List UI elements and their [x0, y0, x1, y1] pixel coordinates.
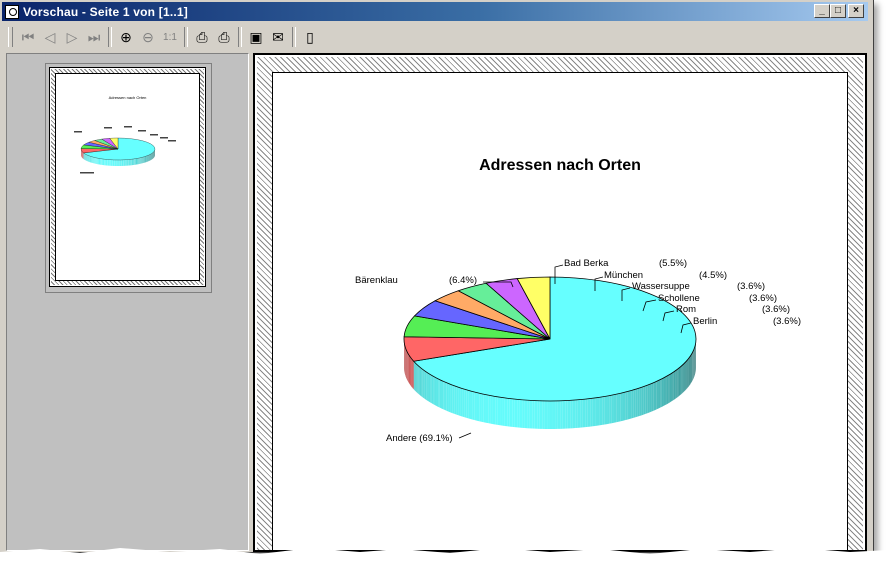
slice-name-label: Bad Berka — [564, 258, 609, 269]
toolbar-grip[interactable] — [8, 27, 13, 47]
toolbar-separator — [292, 27, 296, 47]
thumbnail-label-mark — [150, 134, 158, 136]
slice-percent-label: (3.6%) — [773, 316, 801, 327]
slice-name-label: München — [604, 270, 643, 281]
next-page-icon[interactable]: ▷ — [61, 26, 83, 48]
send-icon[interactable]: ✉ — [267, 26, 289, 48]
toolbar-separator — [108, 27, 112, 47]
slice-percent-label: (6.4%) — [449, 275, 477, 286]
slice-name-label: Bärenklau — [355, 275, 398, 286]
preview-page: Adressen nach Orten Andere (69.1%) Bärenk… — [272, 72, 848, 550]
last-page-icon[interactable]: ⏭ — [83, 26, 105, 48]
toolbar-separator — [184, 27, 188, 47]
window-title: Vorschau - Seite 1 von [1..1] — [23, 4, 188, 19]
slice-percent-label: (5.5%) — [659, 258, 687, 269]
thumbnail-label-mark — [80, 172, 94, 174]
save-icon[interactable]: ▣ — [245, 26, 267, 48]
pie-chart: Andere (69.1%) Bärenklau (6.4%) Bad Berka (5… — [355, 258, 801, 444]
toolbar-separator — [238, 27, 242, 47]
first-page-icon[interactable]: ⏮ — [17, 26, 39, 48]
thumbnail-label-mark — [124, 126, 132, 128]
slice-name-label: Schollene — [658, 293, 700, 304]
preview-window: Vorschau - Seite 1 von [1..1] _ □ × ⏮ ◁ … — [0, 0, 874, 553]
slice-label-andere: Andere (69.1%) — [386, 432, 472, 444]
slice-percent-label: (3.6%) — [762, 304, 790, 315]
minimize-button[interactable]: _ — [814, 4, 830, 18]
maximize-button[interactable]: □ — [830, 4, 846, 18]
zoom-in-icon[interactable]: ⊕ — [115, 26, 137, 48]
zoom-out-icon[interactable]: ⊖ — [137, 26, 159, 48]
preview-pane[interactable]: Adressen nach Orten Andere (69.1%) Bärenk… — [253, 53, 867, 552]
thumbnail-label-mark — [168, 140, 176, 142]
close-button[interactable]: × — [848, 4, 864, 18]
thumbnail-content: Adressen nach Orten — [55, 73, 200, 281]
print-all-icon[interactable]: ⎙ — [213, 26, 235, 48]
thumbnail-page: Adressen nach Orten — [49, 67, 206, 287]
slice-percent-label: (4.5%) — [699, 270, 727, 281]
slice-label-berlin: Berlin (3.6%) — [680, 316, 801, 334]
window-controls: _ □ × — [814, 4, 864, 18]
thumbnail-label-mark — [74, 131, 82, 133]
exit-icon[interactable]: ▯ — [299, 26, 321, 48]
slice-name-label: Andere (69.1%) — [386, 433, 453, 444]
zoom-100-icon[interactable]: 1:1 — [159, 26, 181, 48]
thumbnail-label-mark — [160, 137, 168, 139]
slice-name-label: Wassersuppe — [632, 281, 690, 292]
slice-name-label: Rom — [676, 304, 696, 315]
thumbnail-chart — [74, 126, 176, 174]
title-bar[interactable]: Vorschau - Seite 1 von [1..1] _ □ × — [2, 2, 868, 21]
toolbar: ⏮ ◁ ▷ ⏭ ⊕ ⊖ 1:1 ⎙ ⎙ ▣ ✉ ▯ — [2, 24, 868, 50]
thumbnail-pane[interactable]: Adressen nach Orten — [6, 53, 249, 551]
slice-percent-label: (3.6%) — [737, 281, 765, 292]
slice-name-label: Berlin — [693, 316, 717, 327]
thumbnail-label-mark — [138, 130, 146, 132]
prev-page-icon[interactable]: ◁ — [39, 26, 61, 48]
thumbnail-label-mark — [104, 127, 112, 129]
page-thumbnail[interactable]: Adressen nach Orten — [45, 63, 212, 293]
print-icon[interactable]: ⎙ — [191, 26, 213, 48]
torn-edge — [0, 548, 889, 569]
slice-percent-label: (3.6%) — [749, 293, 777, 304]
magnifier-icon — [5, 4, 19, 19]
